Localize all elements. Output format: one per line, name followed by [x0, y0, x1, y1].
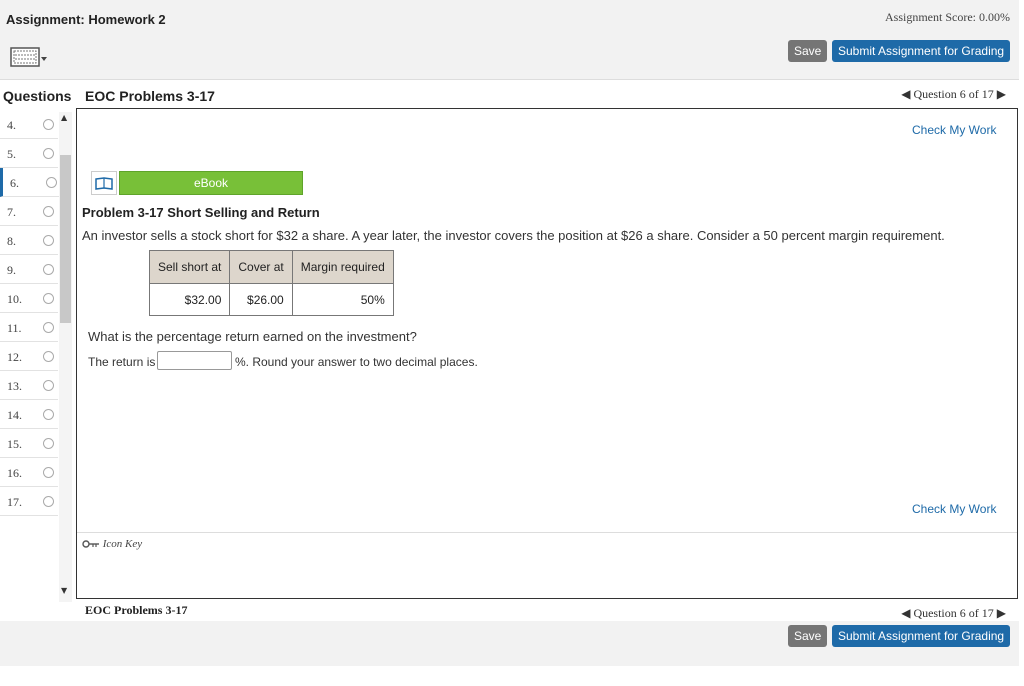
question-number: 13.: [7, 379, 22, 393]
question-navigator[interactable]: ◀ Question 6 of 17 ▶: [901, 87, 1006, 102]
next-question-icon[interactable]: ▶: [997, 606, 1006, 620]
question-status-icon: [43, 438, 54, 449]
table-cell: 50%: [291, 283, 394, 316]
table-row: $32.00 $26.00 50%: [148, 283, 394, 316]
question-number: 9.: [7, 263, 16, 277]
problem-data-table: Sell short at Cover at Margin required $…: [148, 250, 394, 316]
keyboard-icon[interactable]: [10, 45, 47, 67]
problem-statement: An investor sells a stock short for $32 …: [82, 228, 945, 243]
save-button[interactable]: Save: [788, 40, 828, 62]
question-number: 8.: [7, 234, 16, 248]
question-list-item[interactable]: 14.: [0, 400, 58, 429]
footer-save-button[interactable]: Save: [788, 625, 828, 647]
ebook-button[interactable]: eBook: [119, 171, 303, 195]
question-number: 4.: [7, 118, 16, 132]
table-cell: $26.00: [229, 283, 293, 316]
question-number: 14.: [7, 408, 22, 422]
assignment-score: Assignment Score: 0.00%: [885, 10, 1010, 24]
question-status-icon: [43, 206, 54, 217]
question-status-icon: [43, 496, 54, 507]
question-number: 7.: [7, 205, 16, 219]
question-number: 15.: [7, 437, 22, 451]
question-list-item[interactable]: 5.: [0, 139, 58, 168]
question-list-item[interactable]: 4.: [0, 110, 58, 139]
question-number: 10.: [7, 292, 22, 306]
scroll-down-icon[interactable]: ▼: [61, 586, 67, 595]
footer-question-navigator[interactable]: ◀ Question 6 of 17 ▶: [901, 606, 1006, 621]
table-header-cell: Margin required: [291, 250, 394, 284]
question-status-icon: [46, 177, 57, 188]
return-label: The return is: [88, 355, 156, 369]
table-header-cell: Cover at: [229, 250, 293, 284]
divider: [77, 532, 1017, 533]
footer-section-title: EOC Problems 3-17: [85, 603, 188, 617]
question-status-icon: [43, 235, 54, 246]
question-number: 16.: [7, 466, 22, 480]
question-list-item[interactable]: 8.: [0, 226, 58, 255]
question-status-icon: [43, 293, 54, 304]
question-position: Question 6 of 17: [913, 606, 994, 620]
book-icon[interactable]: [91, 171, 117, 195]
question-number: 12.: [7, 350, 22, 364]
icon-key-label: Icon Key: [102, 538, 143, 550]
question-status-icon: [43, 264, 54, 275]
table-header-cell: Sell short at: [148, 250, 231, 284]
table-cell: $32.00: [148, 283, 231, 316]
return-instructions: %. Round your answer to two decimal plac…: [235, 355, 478, 369]
prev-question-icon[interactable]: ◀: [901, 87, 910, 101]
question-number: 11.: [7, 321, 22, 335]
scroll-up-icon[interactable]: ▲: [61, 113, 67, 122]
question-list-item[interactable]: 10.: [0, 284, 58, 313]
question-list-item[interactable]: 11.: [0, 313, 58, 342]
question-position: Question 6 of 17: [913, 87, 994, 101]
question-status-icon: [43, 467, 54, 478]
question-status-icon: [43, 322, 54, 333]
check-my-work-link[interactable]: Check My Work: [912, 123, 996, 137]
section-title: EOC Problems 3-17: [85, 88, 215, 104]
question-number: 17.: [7, 495, 22, 509]
ebook-control[interactable]: eBook: [91, 171, 303, 195]
question-status-icon: [43, 119, 54, 130]
question-status-icon: [43, 148, 54, 159]
question-status-icon: [43, 380, 54, 391]
questions-heading: Questions: [3, 88, 72, 104]
question-list-item[interactable]: 15.: [0, 429, 58, 458]
scrollbar-thumb[interactable]: [60, 155, 71, 323]
table-header-row: Sell short at Cover at Margin required: [148, 250, 394, 284]
footer-submit-assignment-button[interactable]: Submit Assignment for Grading: [832, 625, 1011, 647]
question-list-item[interactable]: 13.: [0, 371, 58, 400]
question-text: What is the percentage return earned on …: [88, 329, 417, 344]
return-input[interactable]: [157, 351, 232, 370]
check-my-work-link-bottom[interactable]: Check My Work: [912, 502, 996, 516]
prev-question-icon[interactable]: ◀: [901, 606, 910, 620]
next-question-icon[interactable]: ▶: [997, 87, 1006, 101]
question-list-item[interactable]: 9.: [0, 255, 58, 284]
key-icon: [82, 540, 99, 549]
question-status-icon: [43, 351, 54, 362]
question-number: 6.: [10, 176, 19, 190]
question-list-item[interactable]: 17.: [0, 487, 58, 516]
question-list-item[interactable]: 7.: [0, 197, 58, 226]
question-status-icon: [43, 409, 54, 420]
problem-title: Problem 3-17 Short Selling and Return: [82, 205, 320, 220]
assignment-title: Assignment: Homework 2: [6, 12, 166, 27]
icon-key-link[interactable]: Icon Key: [82, 538, 142, 550]
question-list-item[interactable]: 16.: [0, 458, 58, 487]
question-list-item[interactable]: 12.: [0, 342, 58, 371]
submit-assignment-button[interactable]: Submit Assignment for Grading: [832, 40, 1011, 62]
question-number: 5.: [7, 147, 16, 161]
question-list-item[interactable]: 6.: [0, 168, 61, 197]
